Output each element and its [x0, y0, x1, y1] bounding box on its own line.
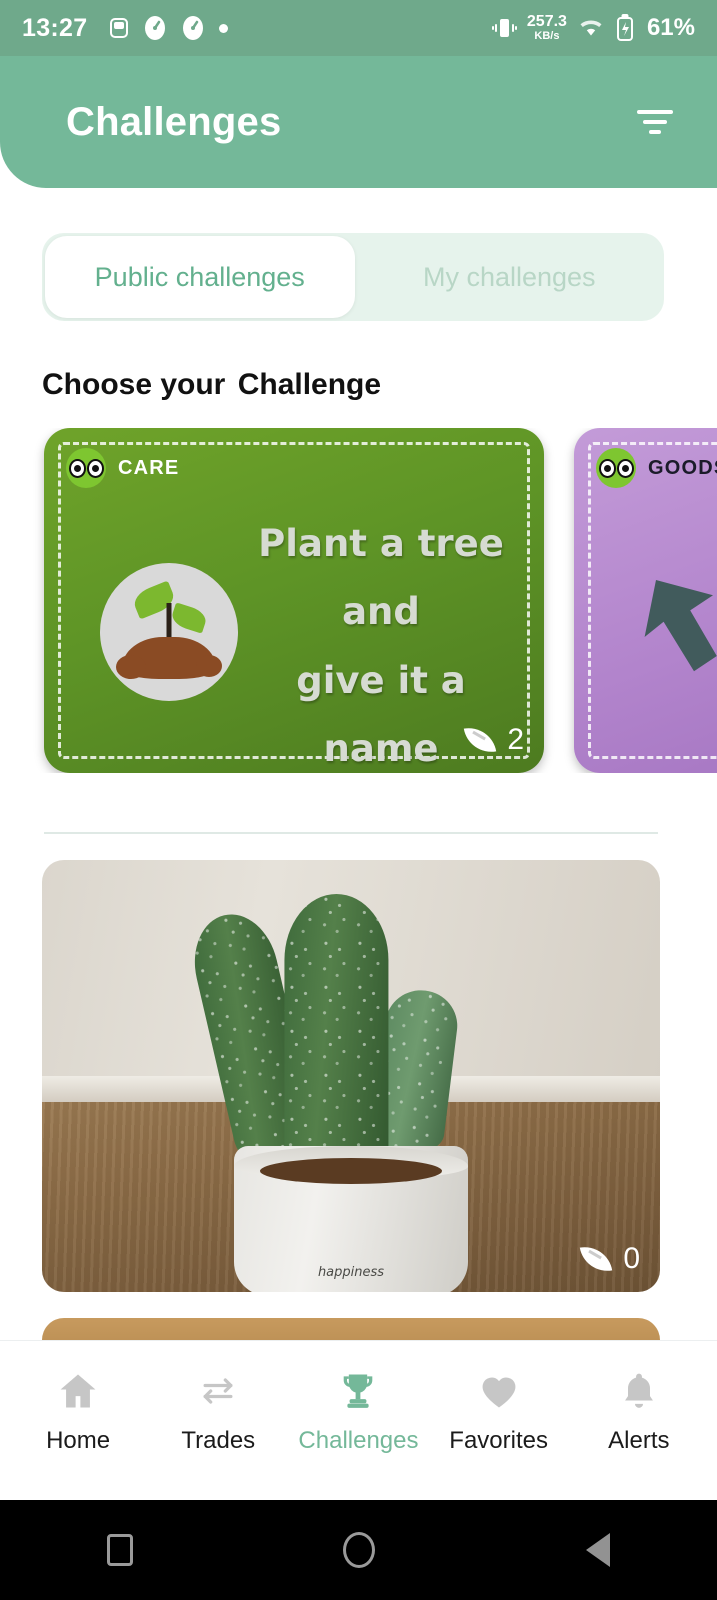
app-bar: Challenges: [0, 56, 717, 188]
card-category-badge: GOODS -: [596, 448, 717, 488]
nav-item-alerts[interactable]: Alerts: [573, 1369, 705, 1455]
eyes-icon: [596, 448, 636, 488]
card-title-line-2: and: [342, 590, 420, 634]
app-root: 13:27 257.3 KB/s 61% Challenges Public c…: [0, 0, 717, 1600]
android-system-nav: [0, 1500, 717, 1600]
feed-leaf-count: 0: [580, 1242, 640, 1276]
speedometer-icon: [181, 15, 205, 41]
page-title: Challenges: [66, 99, 282, 144]
plant-pot: happiness: [234, 1146, 468, 1292]
section-divider: [44, 832, 658, 834]
bottom-navigation: Home Trades Challenges Favorites Alerts: [0, 1340, 717, 1500]
dot-icon: [219, 23, 229, 33]
status-bar-system-icons: 257.3 KB/s 61%: [491, 14, 695, 42]
recents-square-icon[interactable]: [90, 1520, 150, 1580]
status-bar-notification-icons: [109, 15, 229, 41]
nav-item-challenges[interactable]: Challenges: [292, 1369, 424, 1455]
seedling-icon: [100, 563, 238, 701]
cactus-photo: happiness: [42, 860, 660, 1292]
tab-my-challenges-label: My challenges: [422, 261, 596, 292]
home-circle-icon[interactable]: [329, 1520, 389, 1580]
recycle-icon: [644, 580, 717, 672]
card-category-badge: CARE: [66, 448, 179, 488]
card-leaf-count-value: 2: [507, 723, 524, 756]
nav-item-alerts-label: Alerts: [608, 1426, 670, 1454]
filter-icon[interactable]: [627, 94, 683, 150]
leaf-icon: [464, 723, 497, 757]
section-title-highlight-label: Challenge: [237, 368, 382, 401]
heart-icon: [482, 1377, 516, 1407]
wifi-icon: [577, 16, 605, 40]
back-triangle-icon[interactable]: [568, 1520, 628, 1580]
sim-icon: [109, 16, 129, 40]
card-title-line-1: Plant a tree: [258, 522, 504, 565]
status-bar: 13:27 257.3 KB/s 61%: [0, 0, 717, 56]
nav-item-trades-label: Trades: [181, 1426, 256, 1454]
speedometer-icon: [143, 15, 167, 41]
challenge-card-goods[interactable]: GOODS -: [574, 428, 717, 773]
battery-percentage: 61%: [646, 14, 695, 41]
network-speed-indicator: 257.3 KB/s: [527, 14, 567, 42]
nav-item-trades[interactable]: Trades: [152, 1369, 284, 1455]
section-title: Choose your Challenge: [42, 368, 386, 405]
eyes-icon: [66, 448, 106, 488]
network-speed-value: 257.3: [526, 13, 567, 30]
battery-charging-icon: [615, 14, 635, 42]
nav-item-favorites-label: Favorites: [449, 1426, 548, 1454]
challenge-carousel[interactable]: CARE Plant a tree and give it a name 2 G…: [0, 428, 717, 773]
nav-item-home[interactable]: Home: [12, 1369, 144, 1455]
challenge-tabs: Public challenges My challenges: [42, 233, 664, 321]
nav-item-favorites[interactable]: Favorites: [433, 1369, 565, 1455]
leaf-icon: [580, 1242, 613, 1276]
home-icon: [60, 1374, 96, 1407]
feed-photo-card[interactable]: happiness 0: [42, 860, 660, 1292]
vibrate-icon: [491, 15, 517, 41]
swap-arrows-icon: [203, 1377, 233, 1404]
tab-public-challenges-label: Public challenges: [94, 261, 305, 292]
card-leaf-count: 2: [464, 723, 524, 757]
challenge-card-care[interactable]: CARE Plant a tree and give it a name 2: [44, 428, 544, 773]
section-title-highlight: Challenge: [233, 368, 386, 405]
network-speed-unit: KB/s: [534, 30, 560, 42]
card-category-label: GOODS -: [648, 456, 717, 479]
nav-item-challenges-label: Challenges: [298, 1426, 419, 1454]
card-category-label: CARE: [118, 456, 180, 479]
bell-icon: [624, 1373, 653, 1408]
tab-public-challenges[interactable]: Public challenges: [45, 236, 355, 318]
trophy-icon: [344, 1374, 373, 1408]
tab-my-challenges[interactable]: My challenges: [355, 233, 665, 321]
status-bar-clock: 13:27: [22, 13, 88, 42]
feed-leaf-count-value: 0: [623, 1242, 640, 1275]
pot-text: happiness: [317, 1265, 385, 1280]
section-title-prefix: Choose your: [42, 368, 234, 401]
nav-item-home-label: Home: [46, 1426, 111, 1454]
